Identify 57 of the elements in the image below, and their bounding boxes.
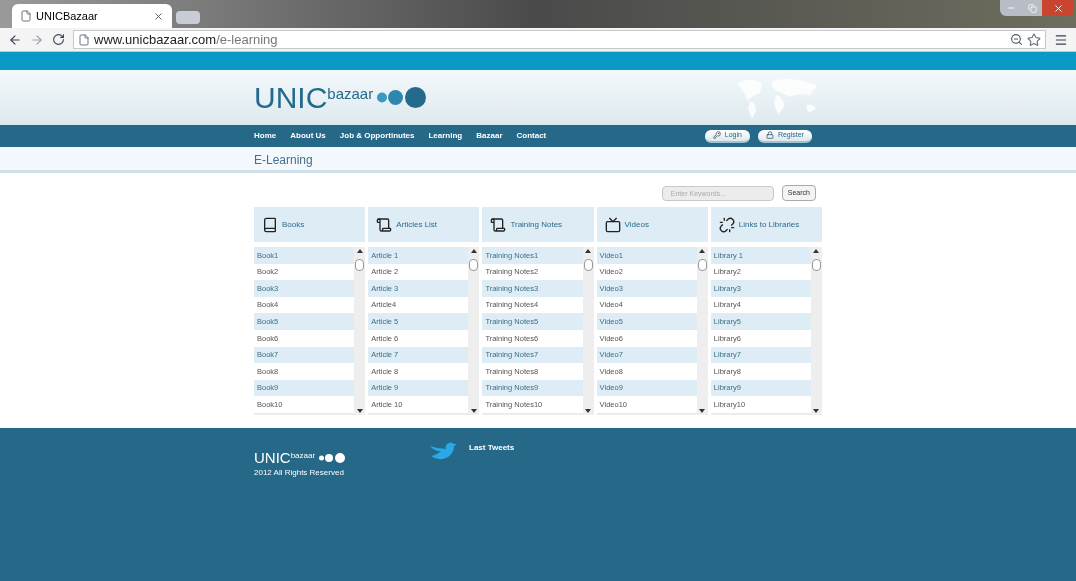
- column-title: Training Notes: [510, 218, 563, 231]
- scroll-icon: [376, 216, 393, 233]
- page-title: E-Learning: [254, 152, 313, 167]
- scroll-thumb[interactable]: [812, 259, 821, 271]
- lock-icon: [765, 131, 774, 139]
- scroll-down-icon[interactable]: [813, 409, 820, 413]
- scrollbar[interactable]: [811, 247, 822, 415]
- broken-link-icon: [718, 216, 735, 233]
- scrollbar[interactable]: [696, 247, 708, 415]
- back-icon[interactable]: [8, 32, 22, 47]
- tv-icon: [604, 216, 621, 233]
- url-text: www.unicbazaar.com/e-learning: [94, 30, 278, 49]
- nav-link[interactable]: Job & Opportinutes: [339, 130, 415, 142]
- scroll-thumb[interactable]: [697, 259, 707, 271]
- page-icon: [78, 33, 90, 46]
- column-title: Videos: [624, 218, 649, 231]
- nav-link[interactable]: Home: [254, 130, 277, 142]
- scroll-thumb[interactable]: [583, 259, 593, 271]
- scrollbar[interactable]: [582, 247, 594, 415]
- nav-link[interactable]: Contact: [516, 130, 547, 142]
- tab-title: UNICBazaar: [36, 8, 99, 24]
- nav-link[interactable]: Learning: [428, 130, 463, 142]
- column-title: Links to Libraries: [738, 218, 800, 231]
- menu-icon[interactable]: [1054, 32, 1068, 47]
- nav-link[interactable]: Bazaar: [476, 130, 503, 142]
- scroll-down-icon[interactable]: [699, 409, 706, 413]
- copyright-text: 2012 All Rights Reserved: [254, 467, 345, 479]
- close-icon[interactable]: [1052, 2, 1064, 14]
- scroll-thumb[interactable]: [355, 259, 365, 271]
- key-icon: [712, 131, 721, 139]
- star-icon[interactable]: [1027, 32, 1041, 47]
- address-bar[interactable]: www.unicbazaar.com/e-learning: [73, 30, 1046, 49]
- bird-icon: [429, 442, 457, 462]
- page-icon: [20, 10, 32, 22]
- scroll-up-icon[interactable]: [813, 249, 820, 253]
- scrollbar[interactable]: [354, 247, 366, 415]
- reload-icon[interactable]: [52, 33, 65, 46]
- scroll-up-icon[interactable]: [585, 249, 592, 253]
- scroll-up-icon[interactable]: [699, 249, 706, 253]
- browser-tab[interactable]: UNICBazaar: [12, 4, 172, 28]
- scroll-down-icon[interactable]: [470, 409, 477, 413]
- scrollbar[interactable]: [468, 247, 480, 415]
- scroll-up-icon[interactable]: [356, 249, 363, 253]
- dots-icon: [319, 452, 347, 463]
- scroll-down-icon[interactable]: [356, 409, 363, 413]
- scroll-down-icon[interactable]: [585, 409, 592, 413]
- close-icon[interactable]: [153, 10, 164, 22]
- book-icon: [262, 216, 278, 233]
- scroll-icon: [490, 216, 507, 233]
- column-title: Articles List: [396, 218, 438, 231]
- dots-icon: [377, 87, 428, 108]
- scroll-up-icon[interactable]: [470, 249, 477, 253]
- zoom-icon[interactable]: [1010, 33, 1023, 46]
- tweets-title: Last Tweets: [469, 442, 515, 454]
- column-title: Books: [282, 218, 305, 231]
- nav-link[interactable]: About Us: [290, 130, 326, 142]
- scroll-thumb[interactable]: [469, 259, 479, 271]
